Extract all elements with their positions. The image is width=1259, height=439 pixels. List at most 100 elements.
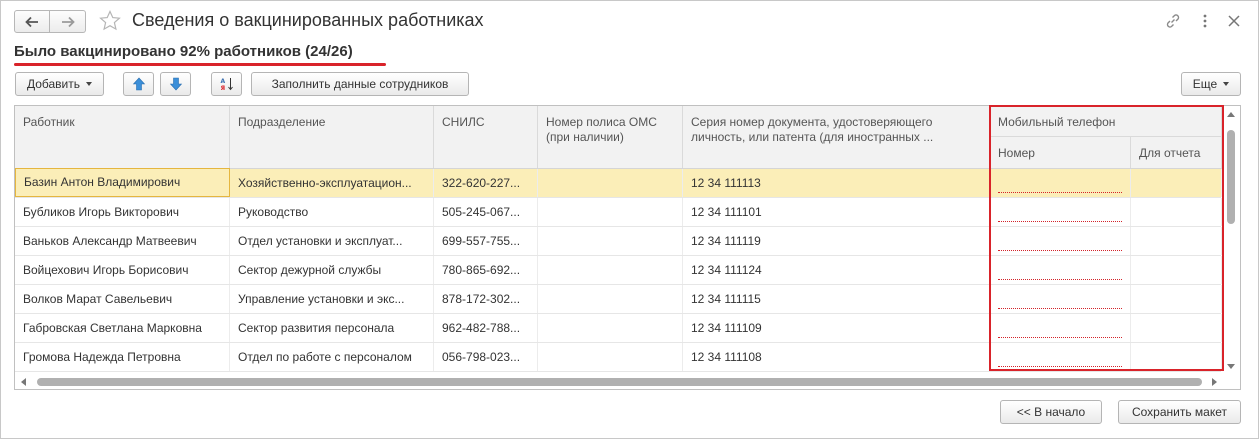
favorite-star-icon[interactable] (98, 9, 122, 33)
cell-snils[interactable]: 505-245-067... (434, 198, 538, 226)
cell-report[interactable] (1131, 256, 1222, 284)
cell-report[interactable] (1131, 343, 1222, 371)
cell-report[interactable] (1131, 227, 1222, 255)
arrow-right-icon (61, 16, 75, 27)
column-header-worker[interactable]: Работник (15, 106, 230, 168)
required-field-underline (998, 337, 1122, 338)
cell-snils[interactable]: 780-865-692... (434, 256, 538, 284)
column-header-document[interactable]: Серия номер документа, удостоверяющего л… (683, 106, 990, 168)
back-button[interactable] (14, 10, 50, 33)
cell-doc[interactable]: 12 34 111108 (683, 343, 990, 371)
form-window: Сведения о вакцинированных работниках Бы… (0, 0, 1259, 439)
cell-snils[interactable]: 699-557-755... (434, 227, 538, 255)
scroll-right-arrow-icon[interactable] (1212, 378, 1217, 386)
cell-worker[interactable]: Войцехович Игорь Борисович (15, 256, 230, 284)
scroll-up-arrow-icon[interactable] (1227, 112, 1235, 117)
cell-department[interactable]: Сектор развития персонала (230, 314, 434, 342)
cell-phone[interactable] (990, 343, 1131, 371)
cell-worker[interactable]: Габровская Светлана Марковна (15, 314, 230, 342)
cell-worker[interactable]: Бубликов Игорь Викторович (15, 198, 230, 226)
cell-phone[interactable] (990, 314, 1131, 342)
cell-phone[interactable] (990, 169, 1131, 197)
move-up-button[interactable] (123, 72, 154, 96)
cell-doc[interactable]: 12 34 111101 (683, 198, 990, 226)
add-button[interactable]: Добавить (15, 72, 104, 96)
cell-snils[interactable]: 322-620-227... (434, 169, 538, 197)
column-header-phone-number[interactable]: Номер (990, 137, 1131, 168)
cell-department[interactable]: Отдел установки и эксплуат... (230, 227, 434, 255)
required-field-underline (998, 250, 1122, 251)
cell-worker[interactable]: Волков Марат Савельевич (15, 285, 230, 313)
cell-worker[interactable]: Базин Антон Владимирович (15, 168, 230, 197)
cell-report[interactable] (1131, 314, 1222, 342)
workers-table[interactable]: Работник Подразделение СНИЛС Номер полис… (14, 105, 1241, 390)
more-menu-button[interactable] (1196, 12, 1214, 33)
move-down-button[interactable] (160, 72, 191, 96)
column-header-for-report[interactable]: Для отчета (1131, 137, 1222, 168)
cell-snils[interactable]: 962-482-788... (434, 314, 538, 342)
cell-phone[interactable] (990, 227, 1131, 255)
cell-oms[interactable] (538, 343, 683, 371)
horizontal-scroll-thumb[interactable] (37, 378, 1202, 386)
sort-button[interactable]: А Я (211, 72, 242, 96)
save-layout-button[interactable]: Сохранить макет (1118, 400, 1241, 424)
table-row[interactable]: Бубликов Игорь Викторович Руководство 505-… (15, 198, 1222, 227)
cell-oms[interactable] (538, 256, 683, 284)
fill-employees-button[interactable]: Заполнить данные сотрудников (251, 72, 469, 96)
cell-doc[interactable]: 12 34 111119 (683, 227, 990, 255)
cell-phone[interactable] (990, 285, 1131, 313)
cell-report[interactable] (1131, 198, 1222, 226)
close-button[interactable] (1225, 12, 1243, 33)
cell-department[interactable]: Сектор дежурной службы (230, 256, 434, 284)
scroll-down-arrow-icon[interactable] (1227, 364, 1235, 369)
required-field-underline (998, 366, 1122, 367)
cell-report[interactable] (1131, 285, 1222, 313)
more-button-label: Еще (1192, 77, 1218, 91)
back-to-start-button[interactable]: << В начало (1000, 400, 1102, 424)
required-field-underline (998, 279, 1122, 280)
table-row[interactable]: Громова Надежда Петровна Отдел по работе … (15, 343, 1222, 372)
cell-doc[interactable]: 12 34 111115 (683, 285, 990, 313)
vertical-scroll-thumb[interactable] (1227, 130, 1235, 224)
table-row[interactable]: Войцехович Игорь Борисович Сектор дежурно… (15, 256, 1222, 285)
chevron-down-icon (86, 82, 93, 86)
cell-department[interactable]: Отдел по работе с персоналом (230, 343, 434, 371)
forward-button[interactable] (50, 10, 86, 33)
more-button[interactable]: Еще (1181, 72, 1241, 96)
table-row[interactable]: Габровская Светлана Марковна Сектор разви… (15, 314, 1222, 343)
cell-oms[interactable] (538, 227, 683, 255)
table-row[interactable]: Базин Антон Владимирович Хозяйственно-экс… (15, 168, 1222, 198)
cell-doc[interactable]: 12 34 111109 (683, 314, 990, 342)
cell-snils[interactable]: 056-798-023... (434, 343, 538, 371)
cell-oms[interactable] (538, 285, 683, 313)
link-icon (1166, 14, 1180, 28)
vertical-dots-icon (1203, 14, 1207, 28)
cell-phone[interactable] (990, 198, 1131, 226)
column-header-snils[interactable]: СНИЛС (434, 106, 538, 168)
link-button[interactable] (1164, 12, 1182, 33)
column-header-oms[interactable]: Номер полиса ОМС (при наличии) (538, 106, 683, 168)
cell-doc[interactable]: 12 34 111124 (683, 256, 990, 284)
cell-phone[interactable] (990, 256, 1131, 284)
horizontal-scrollbar[interactable] (15, 374, 1222, 389)
cell-oms[interactable] (538, 169, 683, 197)
cell-doc[interactable]: 12 34 111113 (683, 169, 990, 197)
required-field-underline (998, 308, 1122, 309)
required-field-underline (998, 192, 1122, 193)
cell-worker[interactable]: Ваньков Александр Матвеевич (15, 227, 230, 255)
cell-department[interactable]: Управление установки и экс... (230, 285, 434, 313)
cell-department[interactable]: Хозяйственно-эксплуатацион... (230, 169, 434, 197)
table-row[interactable]: Ваньков Александр Матвеевич Отдел установ… (15, 227, 1222, 256)
vertical-scrollbar[interactable] (1222, 106, 1240, 374)
cell-oms[interactable] (538, 198, 683, 226)
column-header-department[interactable]: Подразделение (230, 106, 434, 168)
title-bar: Сведения о вакцинированных работниках (1, 1, 1258, 41)
table-row[interactable]: Волков Марат Савельевич Управление устано… (15, 285, 1222, 314)
cell-snils[interactable]: 878-172-302... (434, 285, 538, 313)
cell-worker[interactable]: Громова Надежда Петровна (15, 343, 230, 371)
cell-report[interactable] (1131, 169, 1222, 197)
cell-oms[interactable] (538, 314, 683, 342)
arrow-left-icon (25, 16, 38, 27)
scroll-left-arrow-icon[interactable] (21, 378, 26, 386)
cell-department[interactable]: Руководство (230, 198, 434, 226)
